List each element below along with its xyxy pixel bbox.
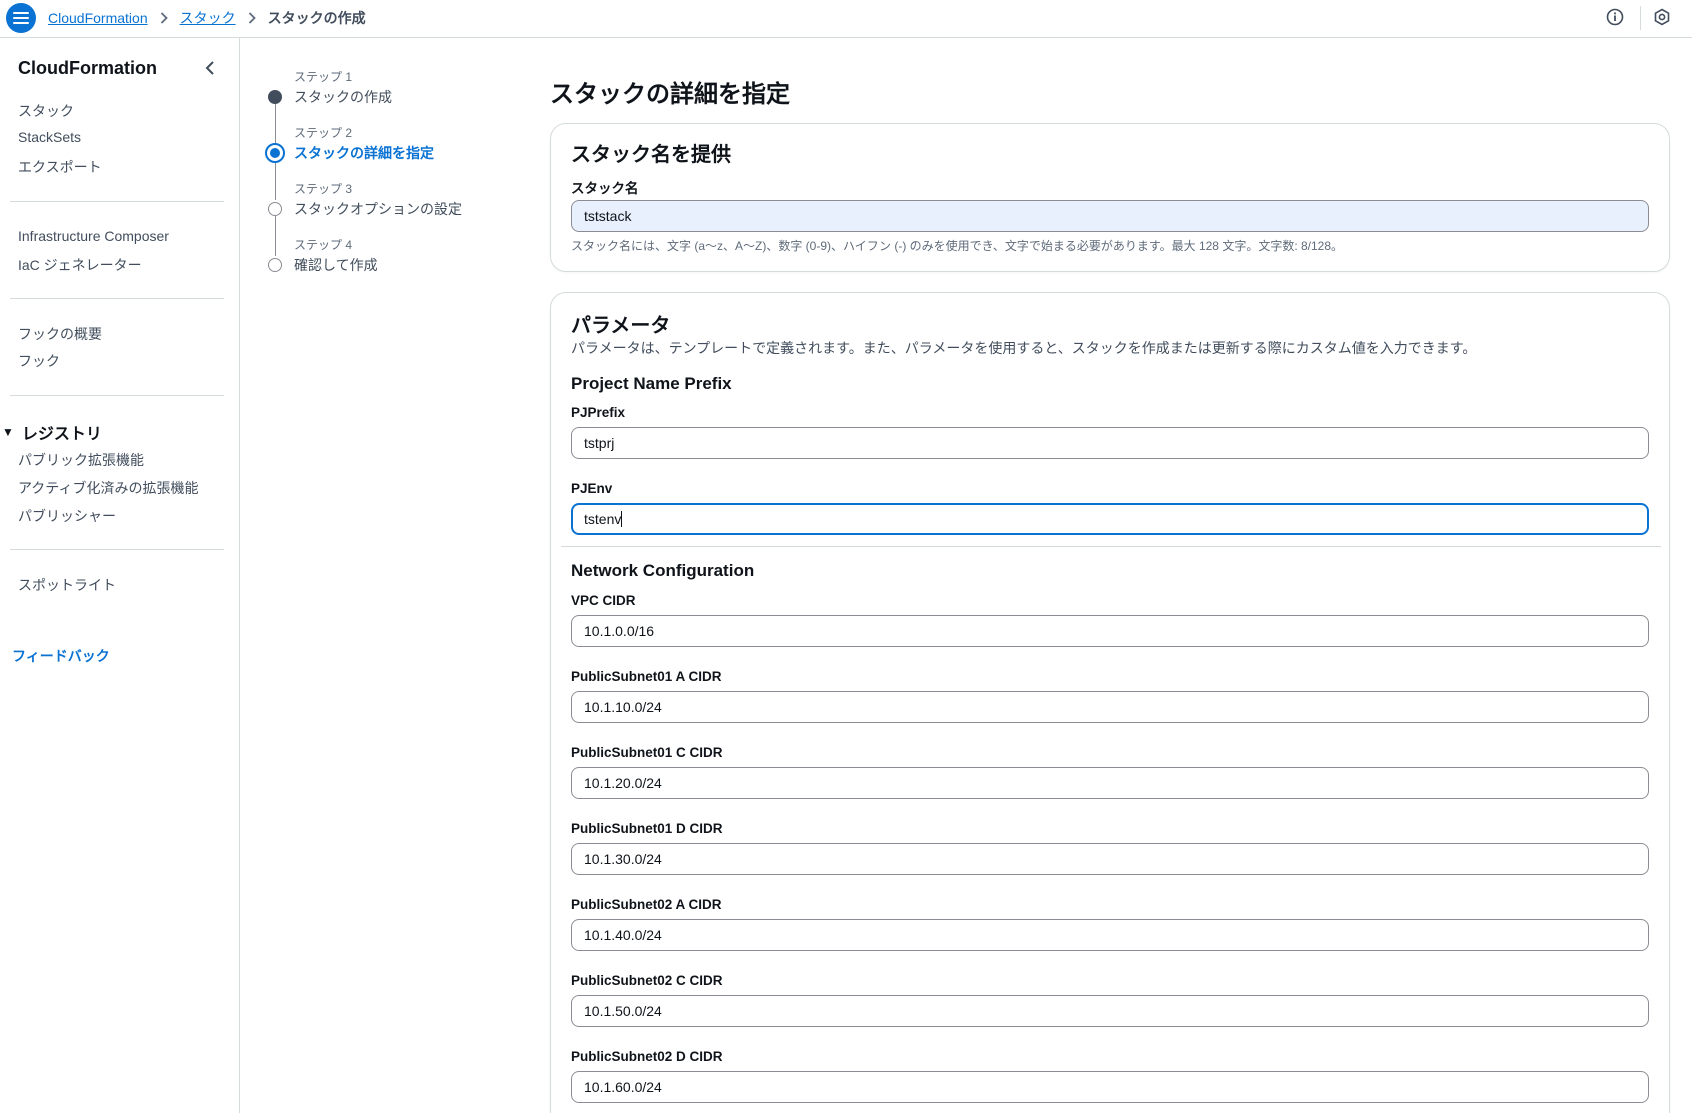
text-caret [621,511,623,527]
publicsubnet01-a-cidr-value: 10.1.10.0/24 [584,699,662,715]
side-navigation: CloudFormation スタック StackSets エクスポート Inf… [0,38,240,1113]
publicsubnet02-a-cidr-value: 10.1.40.0/24 [584,927,662,943]
sidebar-item-publishers[interactable]: パブリッシャー [18,506,116,526]
stack-name-value: tststack [584,208,632,224]
sidebar-item-hooks[interactable]: フック [18,351,60,371]
publicsubnet01-c-cidr-value: 10.1.20.0/24 [584,775,662,791]
publicsubnet01-d-cidr-input[interactable]: 10.1.30.0/24 [571,843,1649,875]
step-3-label: ステップ 3 [294,182,353,196]
sidebar-item-stacks[interactable]: スタック [18,101,74,121]
sidebar-section-registry[interactable]: ▼ レジストリ [0,420,102,444]
caret-down-icon: ▼ [2,425,14,439]
step-2-label: ステップ 2 [294,126,353,140]
stack-name-label: スタック名 [571,181,639,196]
breadcrumb: CloudFormation スタック スタックの作成 [48,8,366,28]
parameters-card: パラメータ パラメータは、テンプレートで定義されます。また、パラメータを使用する… [550,292,1670,1113]
hamburger-menu-icon[interactable] [6,3,36,33]
close-sidebar-chevron-left-icon[interactable] [200,58,220,78]
chevron-right-icon [248,12,256,24]
info-icon[interactable] [1605,7,1625,27]
publicsubnet02-c-cidr-value: 10.1.50.0/24 [584,1003,662,1019]
parameters-card-title: パラメータ [571,315,671,337]
pjprefix-input[interactable]: tstprj [571,427,1649,459]
sidebar-item-hooks-overview[interactable]: フックの概要 [18,324,102,344]
sidebar-section-registry-label: レジストリ [21,426,102,443]
publicsubnet02-d-cidr-input[interactable]: 10.1.60.0/24 [571,1071,1649,1103]
breadcrumb-cloudformation-link[interactable]: CloudFormation [48,10,148,26]
publicsubnet02-d-cidr-label: PublicSubnet02 D CIDR [571,1049,723,1064]
step-4-title: 確認して作成 [294,257,378,273]
breadcrumb-current: スタックの作成 [267,10,366,26]
sidebar-item-iac-generator[interactable]: IaC ジェネレーター [18,255,142,275]
vpc-cidr-value: 10.1.0.0/16 [584,623,655,639]
step-1-label: ステップ 1 [294,70,353,84]
stack-name-input[interactable]: tststack [571,200,1649,232]
step-active-dot [270,148,280,158]
stack-name-hint: スタック名には、文字 (a〜z、A〜Z)、数字 (0-9)、ハイフン (-) の… [571,239,1344,253]
step-connector [275,160,276,200]
step-2-title: スタックの詳細を指定 [294,145,434,161]
step-4-label: ステップ 4 [294,238,353,252]
pjprefix-value: tstprj [584,435,615,451]
stack-name-card: スタック名を提供 スタック名 tststack スタック名には、文字 (a〜z、… [550,123,1670,272]
breadcrumb-stacks-link[interactable]: スタック [180,8,236,28]
hexagon-gear-icon[interactable] [1652,7,1672,27]
publicsubnet01-d-cidr-label: PublicSubnet01 D CIDR [571,821,723,836]
pjprefix-label: PJPrefix [571,405,626,420]
step-1-title[interactable]: スタックの作成 [294,87,392,107]
nav-divider [10,298,224,299]
top-divider [1640,6,1641,30]
step-pending-icon [268,202,282,216]
step-3-title: スタックオプションの設定 [294,201,462,217]
project-name-prefix-heading: Project Name Prefix [571,374,732,393]
pjenv-label: PJEnv [571,481,613,496]
publicsubnet01-c-cidr-label: PublicSubnet01 C CIDR [571,745,723,760]
pjenv-value: tstenv [584,511,622,527]
publicsubnet01-c-cidr-input[interactable]: 10.1.20.0/24 [571,767,1649,799]
network-configuration-heading: Network Configuration [571,561,755,580]
sidebar-item-spotlight[interactable]: スポットライト [18,575,116,595]
feedback-link[interactable]: フィードバック [12,646,110,666]
pjenv-input[interactable]: tstenv [571,503,1649,535]
publicsubnet02-a-cidr-label: PublicSubnet02 A CIDR [571,897,722,912]
step-completed-icon [268,90,282,104]
publicsubnet01-a-cidr-input[interactable]: 10.1.10.0/24 [571,691,1649,723]
step-connector [275,104,276,144]
publicsubnet02-d-cidr-value: 10.1.60.0/24 [584,1079,662,1095]
sidebar-item-exports[interactable]: エクスポート [18,157,102,177]
step-pending-icon [268,258,282,272]
publicsubnet02-c-cidr-label: PublicSubnet02 C CIDR [571,973,723,988]
sidebar-item-stacksets[interactable]: StackSets [18,129,81,145]
nav-divider [10,549,224,550]
sidebar-title[interactable]: CloudFormation [18,58,157,79]
vpc-cidr-label: VPC CIDR [571,593,636,608]
section-divider [561,546,1661,547]
publicsubnet01-a-cidr-label: PublicSubnet01 A CIDR [571,669,722,684]
sidebar-item-infrastructure-composer[interactable]: Infrastructure Composer [18,228,169,244]
page-title: スタックの詳細を指定 [550,81,790,108]
nav-divider [10,395,224,396]
vpc-cidr-input[interactable]: 10.1.0.0/16 [571,615,1649,647]
nav-divider [10,201,224,202]
parameters-description: パラメータは、テンプレートで定義されます。また、パラメータを使用すると、スタック… [571,340,1477,356]
sidebar-item-activated-extensions[interactable]: アクティブ化済みの拡張機能 [18,478,198,498]
top-navigation-bar: CloudFormation スタック スタックの作成 [0,0,1692,38]
stack-name-card-title: スタック名を提供 [571,144,731,166]
publicsubnet02-c-cidr-input[interactable]: 10.1.50.0/24 [571,995,1649,1027]
chevron-right-icon [160,12,168,24]
publicsubnet01-d-cidr-value: 10.1.30.0/24 [584,851,662,867]
publicsubnet02-a-cidr-input[interactable]: 10.1.40.0/24 [571,919,1649,951]
sidebar-item-public-extensions[interactable]: パブリック拡張機能 [18,450,144,470]
step-connector [275,216,276,256]
